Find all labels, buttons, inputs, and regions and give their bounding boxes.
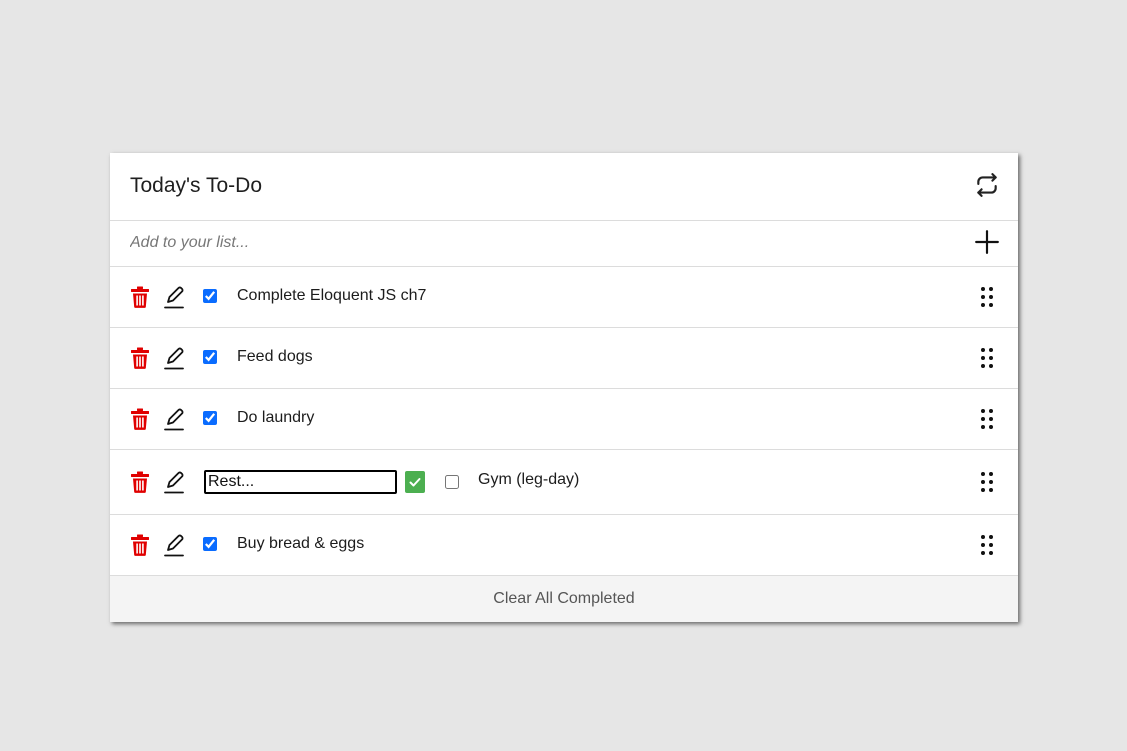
todo-item: Do laundry (110, 389, 1018, 450)
confirm-edit-button[interactable] (405, 471, 425, 493)
add-todo-input[interactable] (130, 231, 950, 255)
trash-icon[interactable] (130, 471, 150, 493)
todo-card: Today's To-Do Add to your list... Comple… (110, 153, 1018, 622)
pencil-icon[interactable] (164, 407, 186, 431)
pencil-icon[interactable] (164, 533, 186, 557)
card-footer: Clear All Completed (110, 576, 1018, 622)
todo-text: Complete Eloquent JS ch7 (237, 287, 427, 304)
todo-text: Feed dogs (237, 348, 313, 365)
todo-item: Feed dogs (110, 328, 1018, 389)
edit-todo-input[interactable] (204, 470, 397, 494)
trash-icon[interactable] (130, 408, 150, 430)
todo-checkbox[interactable] (445, 475, 459, 489)
todo-checkbox[interactable] (203, 350, 217, 364)
todo-item: Complete Eloquent JS ch7 (110, 267, 1018, 328)
todo-checkbox[interactable] (203, 411, 217, 425)
todo-item-editing: Gym (leg-day) (110, 450, 1018, 515)
drag-handle-icon[interactable] (980, 286, 994, 308)
todo-checkbox[interactable] (203, 537, 217, 551)
trash-icon[interactable] (130, 347, 150, 369)
drag-handle-icon[interactable] (980, 534, 994, 556)
drag-handle-icon[interactable] (980, 347, 994, 369)
todo-text: Gym (leg-day) (478, 471, 580, 488)
clear-completed-button[interactable]: Clear All Completed (110, 576, 1018, 622)
repeat-arrows-icon[interactable] (974, 172, 1000, 198)
pencil-icon[interactable] (164, 285, 186, 309)
drag-handle-icon[interactable] (980, 471, 994, 493)
drag-handle-icon[interactable] (980, 408, 994, 430)
plus-icon[interactable] (974, 229, 1000, 255)
todo-checkbox[interactable] (203, 289, 217, 303)
pencil-icon[interactable] (164, 346, 186, 370)
trash-icon[interactable] (130, 534, 150, 556)
todo-text: Do laundry (237, 409, 315, 426)
todo-item: Buy bread & eggs (110, 515, 1018, 576)
pencil-icon[interactable] (164, 470, 186, 494)
page-title: Today's To-Do (130, 174, 263, 197)
card-header: Today's To-Do (110, 153, 1018, 221)
checkmark-icon (405, 471, 425, 493)
add-todo-row (110, 221, 1018, 267)
todo-text: Buy bread & eggs (237, 535, 365, 552)
trash-icon[interactable] (130, 286, 150, 308)
